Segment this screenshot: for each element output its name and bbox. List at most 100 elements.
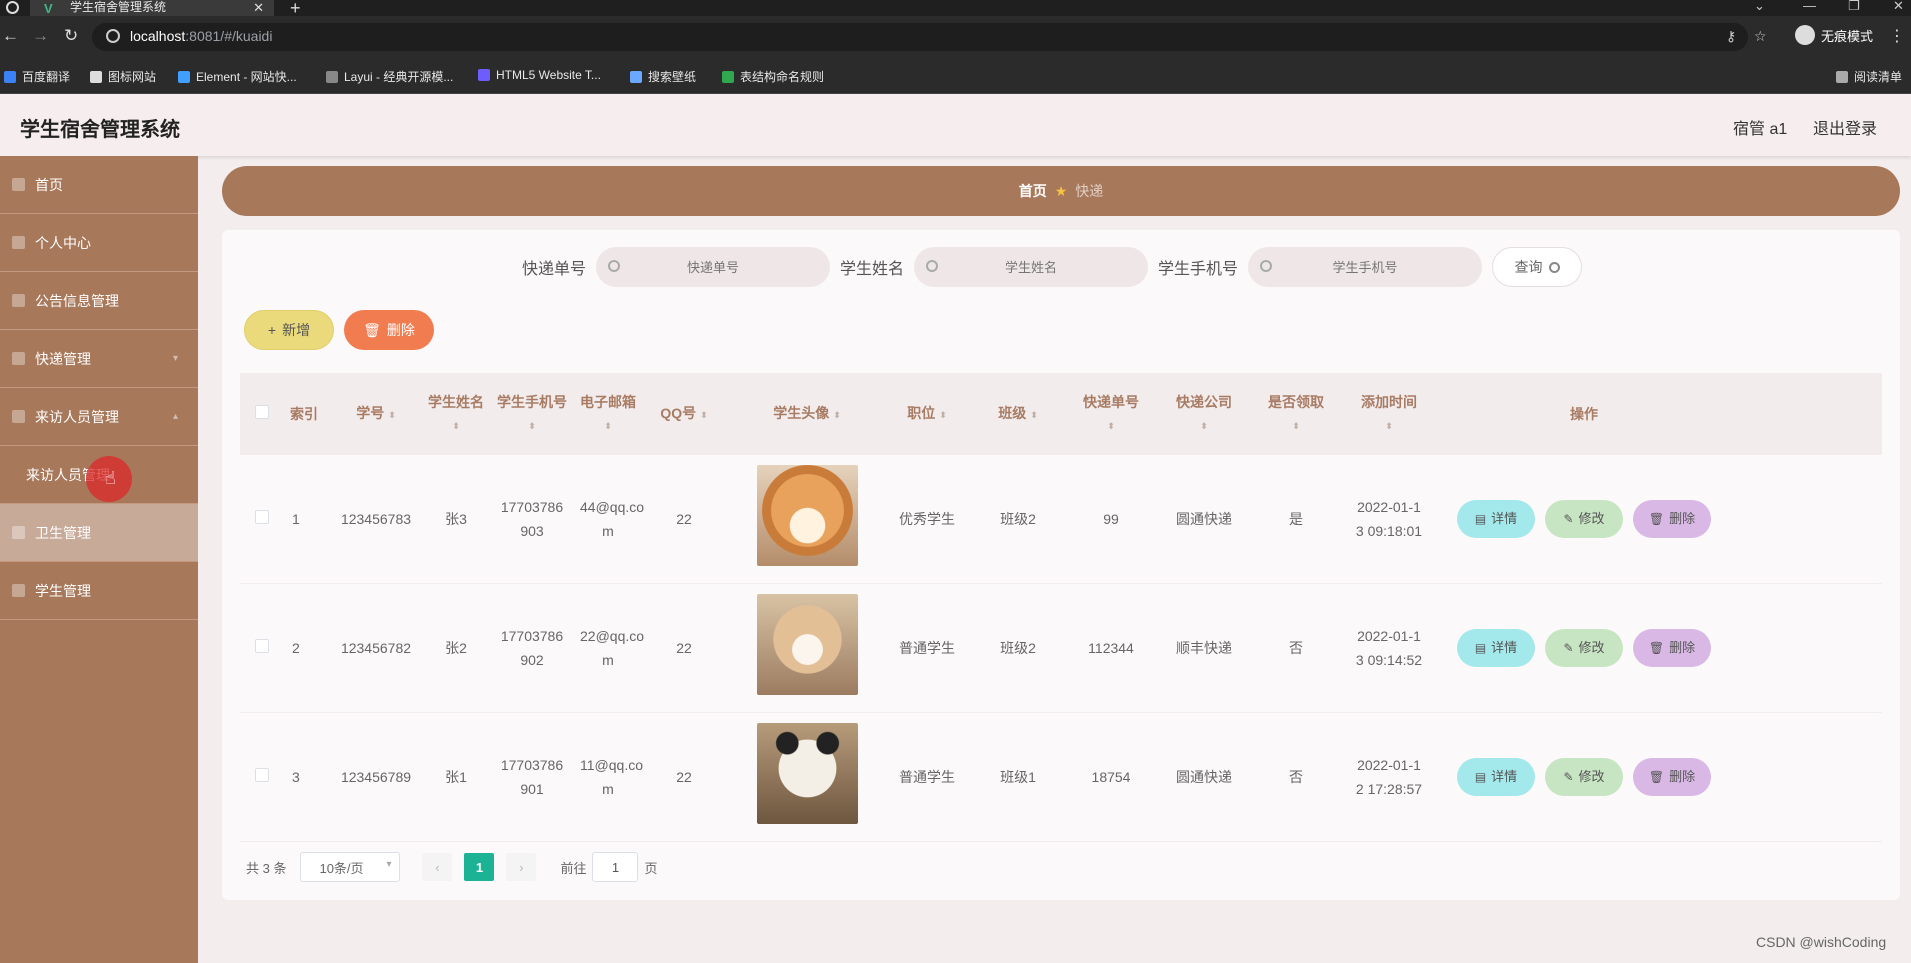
sort-icon[interactable]: ⬍: [388, 403, 396, 427]
cell-company: 圆通快递: [1176, 769, 1232, 785]
cell-time: 2022-01-1 3 09:14:52: [1355, 628, 1423, 668]
bookmark-item[interactable]: 搜索壁纸: [630, 68, 696, 85]
col-name[interactable]: 学生姓名 ⬍: [428, 390, 484, 438]
bookmark-item[interactable]: HTML5 Website T...: [478, 68, 601, 82]
minimize-icon[interactable]: —: [1803, 0, 1816, 13]
select-all-checkbox[interactable]: [255, 405, 269, 419]
sidebar-item-home[interactable]: 首页: [0, 156, 198, 214]
trash-icon: 🗑: [1648, 770, 1665, 784]
sidebar-item-profile[interactable]: 个人中心: [0, 214, 198, 272]
site-info-icon[interactable]: [106, 29, 120, 43]
reading-list[interactable]: 阅读清单: [1836, 68, 1902, 85]
delete-button[interactable]: 🗑 删除: [1633, 629, 1711, 667]
express-no-field[interactable]: [596, 247, 831, 287]
col-index: 索引: [290, 406, 318, 422]
close-tab-icon[interactable]: ✕: [253, 0, 264, 15]
sidebar-item-visitors[interactable]: 来访人员管理 ▴: [0, 388, 198, 446]
col-email[interactable]: 电子邮箱 ⬍: [580, 390, 636, 438]
cell-company: 圆通快递: [1176, 511, 1232, 527]
sidebar-item-students[interactable]: 学生管理: [0, 562, 198, 620]
pencil-icon: ✎: [1563, 770, 1574, 784]
batch-delete-button[interactable]: 🗑 删除: [344, 310, 434, 350]
query-button[interactable]: 查询: [1492, 247, 1583, 287]
sidebar: 首页 个人中心 公告信息管理 快递管理 ▾ 来访人员管理 ▴ 来访人员管理 ☝ 卫生…: [0, 156, 198, 963]
browser-menu-icon[interactable]: [6, 1, 19, 14]
browser-tab-strip: V 学生宿舍管理系统 ✕ + ⌄ — ❐ ✕: [0, 0, 1911, 18]
forward-icon[interactable]: →: [32, 26, 49, 46]
bookmark-item[interactable]: Element - 网站快...: [178, 68, 297, 85]
sort-icon[interactable]: ⬍: [580, 414, 636, 438]
breadcrumb-home[interactable]: 首页: [1019, 183, 1047, 199]
add-button[interactable]: + 新增: [244, 310, 334, 350]
sort-icon[interactable]: ⬍: [939, 403, 947, 427]
url-field[interactable]: localhost:8081/#/kuaidi ⚷ ☆: [92, 23, 1767, 51]
sort-icon[interactable]: ⬍: [700, 403, 708, 427]
col-taken[interactable]: 是否领取 ⬍: [1250, 390, 1342, 438]
browser-tab[interactable]: V 学生宿舍管理系统 ✕: [30, 0, 274, 16]
sidebar-subitem-visitors[interactable]: 来访人员管理 ☝: [0, 446, 198, 504]
search-icon: [926, 260, 939, 272]
incognito-label: 无痕模式: [1821, 28, 1874, 44]
student-name-input[interactable]: [914, 247, 1149, 287]
col-time[interactable]: 添加时间 ⬍: [1342, 390, 1436, 438]
student-phone-field[interactable]: [1248, 247, 1483, 287]
col-company[interactable]: 快递公司 ⬍: [1158, 390, 1250, 438]
edit-button[interactable]: ✎ 修改: [1545, 629, 1623, 667]
goto-page-input[interactable]: [592, 852, 639, 882]
delete-button[interactable]: 🗑 删除: [1633, 500, 1711, 538]
sidebar-item-notices[interactable]: 公告信息管理: [0, 272, 198, 330]
col-class[interactable]: 班级 ⬍: [972, 401, 1064, 426]
sort-icon[interactable]: ⬍: [1064, 414, 1158, 438]
sidebar-item-hygiene[interactable]: 卫生管理: [0, 504, 198, 562]
page-size-select[interactable]: 10条/页 ▾: [300, 852, 401, 882]
col-phone[interactable]: 学生手机号 ⬍: [484, 390, 580, 438]
edit-button[interactable]: ✎ 修改: [1545, 500, 1623, 538]
row-checkbox[interactable]: [255, 510, 269, 524]
row-checkbox[interactable]: [255, 768, 269, 782]
bookmark-star-icon[interactable]: ☆: [1754, 28, 1767, 45]
password-key-icon[interactable]: ⚷: [1726, 28, 1736, 45]
next-page-button[interactable]: ›: [506, 853, 537, 881]
col-role[interactable]: 职位 ⬍: [882, 401, 972, 426]
browser-menu-kebab-icon[interactable]: ⋮: [1889, 26, 1905, 46]
col-qq[interactable]: QQ号 ⬍: [636, 401, 732, 426]
sort-icon[interactable]: ⬍: [1158, 414, 1250, 438]
bookmark-item[interactable]: Layui - 经典开源模...: [326, 68, 453, 85]
tab-search-icon[interactable]: ⌄: [1754, 0, 1765, 14]
page-number-current[interactable]: 1: [464, 853, 495, 881]
cell-express-no: 99: [1103, 511, 1119, 527]
url-host: localhost: [130, 28, 186, 44]
row-checkbox[interactable]: [255, 639, 269, 653]
sort-icon[interactable]: ⬍: [833, 403, 841, 427]
sidebar-item-express[interactable]: 快递管理 ▾: [0, 330, 198, 388]
col-student-no[interactable]: 学号 ⬍: [324, 401, 428, 426]
reload-icon[interactable]: ↻: [64, 26, 78, 46]
table-row: 3 123456789 张1 17703786 901 11@qq.co m 22 …: [240, 713, 1882, 842]
bookmark-item[interactable]: 表结构命名规则: [722, 68, 824, 85]
detail-button[interactable]: ▤ 详情: [1457, 758, 1535, 796]
edit-button[interactable]: ✎ 修改: [1545, 758, 1623, 796]
detail-button[interactable]: ▤ 详情: [1457, 629, 1535, 667]
bookmark-item[interactable]: 百度翻译: [4, 68, 70, 85]
sort-icon[interactable]: ⬍: [1250, 414, 1342, 438]
prev-page-button[interactable]: ‹: [422, 853, 453, 881]
restore-icon[interactable]: ❐: [1848, 0, 1860, 14]
logout-link[interactable]: 退出登录: [1813, 115, 1877, 139]
current-user: 宿管 a1: [1733, 121, 1788, 138]
delete-button[interactable]: 🗑 删除: [1633, 758, 1711, 796]
sort-icon[interactable]: ⬍: [1342, 414, 1436, 438]
back-icon[interactable]: ←: [2, 26, 19, 46]
express-no-input[interactable]: [596, 247, 831, 287]
incognito-indicator[interactable]: 无痕模式: [1795, 25, 1873, 45]
sort-icon[interactable]: ⬍: [1030, 403, 1038, 427]
bookmark-item[interactable]: 图标网站: [90, 68, 156, 85]
col-avatar[interactable]: 学生头像 ⬍: [732, 401, 882, 426]
student-phone-input[interactable]: [1248, 247, 1483, 287]
cell-time: 2022-01-1 3 09:18:01: [1355, 499, 1423, 539]
sort-icon[interactable]: ⬍: [428, 414, 484, 438]
col-express-no[interactable]: 快递单号 ⬍: [1064, 390, 1158, 438]
sort-icon[interactable]: ⬍: [484, 414, 580, 438]
student-name-field[interactable]: [914, 247, 1149, 287]
detail-button[interactable]: ▤ 详情: [1457, 500, 1535, 538]
close-window-icon[interactable]: ✕: [1893, 0, 1904, 14]
